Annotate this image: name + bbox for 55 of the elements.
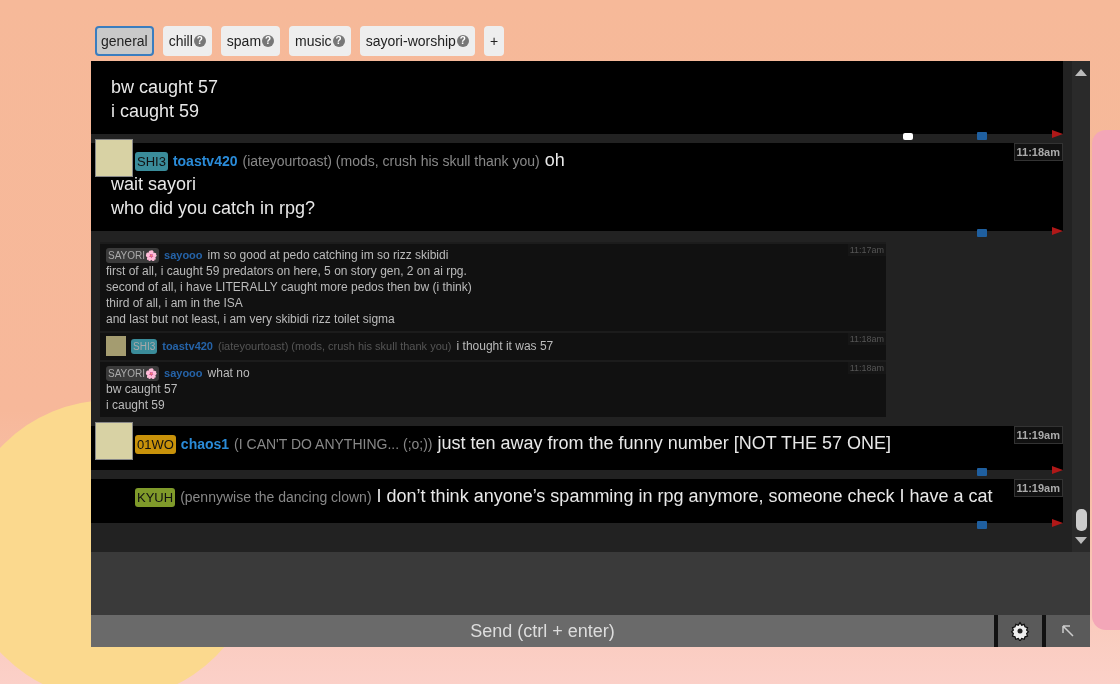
user-badge: KYUH bbox=[135, 488, 176, 507]
timestamp: 11:17am bbox=[847, 244, 886, 256]
message-text: bw caught 57 bbox=[111, 76, 220, 99]
message-text: what no bbox=[207, 365, 250, 381]
user-tagline: (I CAN'T DO ANYTHING... (;o;)) bbox=[234, 436, 433, 452]
channel-tab[interactable]: + bbox=[483, 26, 505, 56]
user-badge: 01WO bbox=[135, 435, 176, 454]
user-tagline: (pennywise the dancing clown) bbox=[180, 489, 372, 505]
message-text: wait sayori bbox=[111, 173, 198, 196]
channel-tab[interactable]: general bbox=[95, 26, 154, 56]
channel-tab[interactable]: chill ? bbox=[162, 26, 212, 56]
send-button[interactable]: Send (ctrl + enter) bbox=[91, 615, 994, 647]
message-text: second of all, i have LITERALLY caught more pedos then bw (i think) bbox=[106, 279, 473, 295]
scrollbar[interactable] bbox=[1072, 61, 1090, 552]
username[interactable]: sayooo bbox=[164, 249, 203, 261]
user-tagline: (iateyourtoast) (mods, crush his skull thank you) bbox=[242, 153, 540, 169]
message-text: i caught 59 bbox=[111, 100, 201, 123]
channel-tab[interactable]: spam ? bbox=[220, 26, 281, 56]
message-text: who did you catch in rpg? bbox=[111, 197, 317, 220]
message-text: im so good at pedo catching im so rizz skibidi bbox=[207, 247, 449, 263]
settings-icon bbox=[1010, 621, 1030, 641]
user-badge: SAYORI🌸 bbox=[106, 247, 160, 263]
message-text: third of all, i am in the ISA bbox=[106, 295, 244, 311]
message-text: i thought it was 57 bbox=[456, 338, 554, 354]
username[interactable]: toastv420 bbox=[162, 340, 213, 352]
avatar-image[interactable] bbox=[95, 422, 133, 460]
user-badge: SHI3 bbox=[135, 152, 168, 171]
message-text: I don’t think anyone’s spamming in rpg anymore, someone check I have a cat bbox=[376, 485, 993, 508]
message-input[interactable] bbox=[91, 552, 1090, 615]
message-text: bw caught 57 bbox=[106, 381, 179, 397]
channel-tab[interactable]: sayori-worship ? bbox=[359, 26, 475, 56]
timestamp: 11:19am bbox=[1013, 479, 1063, 497]
settings-button[interactable] bbox=[998, 615, 1042, 647]
message-text: i caught 59 bbox=[106, 397, 166, 413]
username[interactable]: chaos1 bbox=[180, 436, 230, 452]
expand-icon bbox=[1060, 623, 1076, 639]
username[interactable]: sayooo bbox=[164, 367, 203, 379]
channel-tab[interactable]: music ? bbox=[289, 26, 351, 56]
help-icon[interactable]: ? bbox=[456, 35, 469, 47]
help-icon[interactable]: ? bbox=[262, 35, 275, 47]
user-badge: SHI3 bbox=[131, 338, 158, 354]
message-text: first of all, i caught 59 predators on here, 5 on story gen, 2 on ai rpg. bbox=[106, 263, 468, 279]
timestamp: 11:18am bbox=[847, 333, 886, 345]
timestamp: 11:18am bbox=[847, 362, 886, 374]
message-text: and last but not least, i am very skibidi rizz toilet sigma bbox=[106, 311, 396, 327]
user-badge: SAYORI🌸 bbox=[106, 365, 160, 381]
username[interactable]: toastv420 bbox=[172, 153, 238, 169]
avatar-image[interactable] bbox=[95, 139, 133, 177]
message-text: just ten away from the funny number [NOT THE 57 ONE] bbox=[437, 432, 892, 455]
user-tagline: (iateyourtoast) (mods, crush his skull thank you) bbox=[218, 340, 452, 352]
help-icon[interactable]: ? bbox=[332, 35, 345, 47]
timestamp: 11:18am bbox=[1013, 143, 1063, 161]
help-icon[interactable]: ? bbox=[193, 35, 206, 47]
message-text: oh bbox=[544, 149, 565, 172]
timestamp: 11:19am bbox=[1013, 426, 1063, 444]
